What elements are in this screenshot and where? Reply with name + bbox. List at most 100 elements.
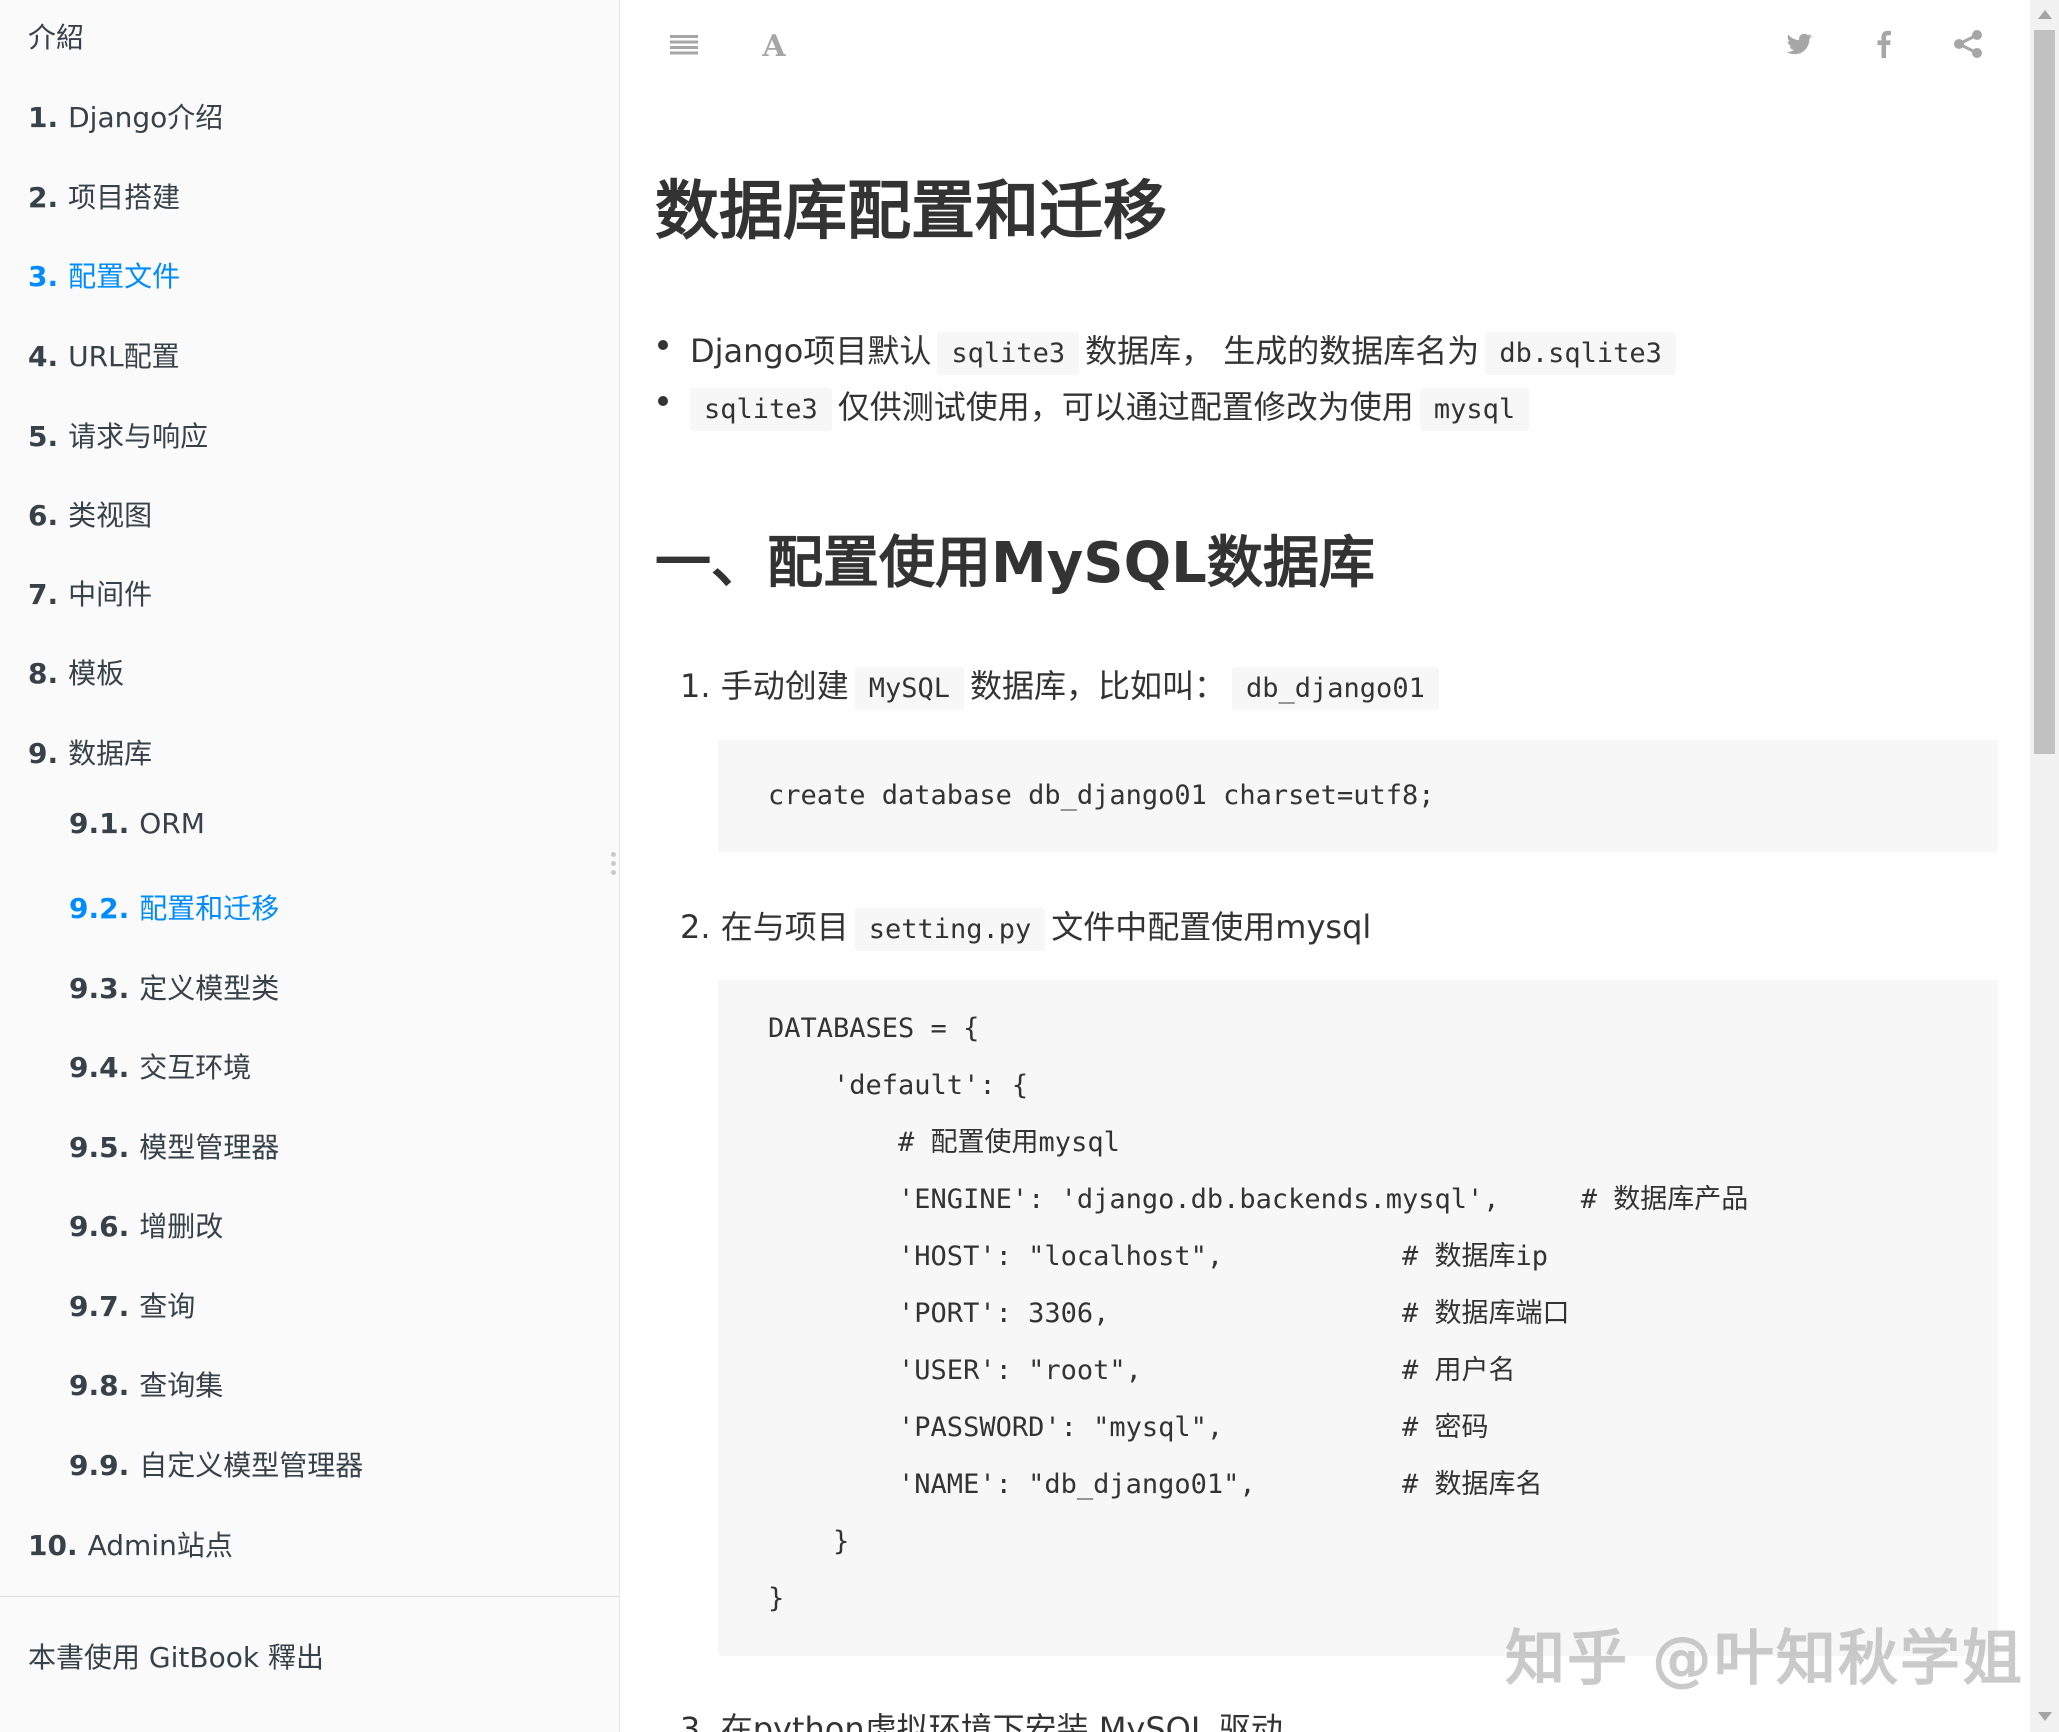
bullet-dot bbox=[658, 340, 668, 350]
inline-code: mysql bbox=[1419, 388, 1530, 431]
sidebar: 介紹 1. Django介绍 2. 项目搭建 3. 配置文件 4. URL配置 5. 请求… bbox=[0, 0, 620, 1732]
code-line: 'HOST': "localhost", # 数据库ip bbox=[768, 1241, 1548, 1272]
list-item-text: Django项目默认 bbox=[690, 332, 932, 370]
sidebar-item-number: 9.5. bbox=[69, 1131, 130, 1164]
sidebar-item-number: 3. bbox=[28, 260, 59, 293]
code-line: 'PASSWORD': "mysql", # 密码 bbox=[768, 1412, 1489, 1443]
list-item-text: 仅供测试使用，可以通过配置修改为使用 bbox=[837, 388, 1414, 426]
sidebar-item-number: 1. bbox=[28, 101, 59, 134]
sidebar-item-database[interactable]: 9. 数据库 bbox=[28, 732, 152, 772]
sidebar-item-number: 9.6. bbox=[69, 1210, 130, 1243]
scroll-down-arrow-icon[interactable] bbox=[2038, 1712, 2052, 1721]
code-block: DATABASES = { 'default': { # 配置使用mysql '… bbox=[718, 980, 1998, 1656]
code-line: 'default': { bbox=[768, 1070, 1029, 1101]
scroll-up-arrow-icon[interactable] bbox=[2038, 10, 2052, 19]
sidebar-item-define-models[interactable]: 9.3. 定义模型类 bbox=[69, 967, 279, 1007]
sidebar-item-custom-manager[interactable]: 9.9. 自定义模型管理器 bbox=[69, 1444, 363, 1484]
inline-code: sqlite3 bbox=[937, 332, 1080, 375]
sidebar-item-number: 8. bbox=[28, 657, 59, 690]
sidebar-item-label: 增删改 bbox=[139, 1210, 224, 1243]
sidebar-item-interactive-env[interactable]: 9.4. 交互环境 bbox=[69, 1046, 251, 1086]
sidebar-item-label: 中间件 bbox=[68, 578, 153, 611]
list-item-text: 手动创建 bbox=[720, 667, 849, 705]
list-item: Django项目默认 sqlite3 数据库， 生成的数据库名为 db.sqlite3 bbox=[658, 326, 1682, 375]
inline-code: setting.py bbox=[854, 908, 1046, 951]
ordered-list-item: 2. 在与项目 setting.py 文件中配置使用mysql bbox=[680, 902, 1372, 951]
sidebar-item-label: 请求与响应 bbox=[68, 420, 209, 453]
sidebar-item-number: 6. bbox=[28, 499, 59, 532]
sidebar-item-label: Django介绍 bbox=[68, 101, 224, 134]
list-number: 2. bbox=[680, 908, 711, 946]
inline-code: db.sqlite3 bbox=[1485, 332, 1676, 375]
code-line: 'NAME': "db_django01", # 数据库名 bbox=[768, 1469, 1543, 1500]
sidebar-item-intro[interactable]: 介紹 bbox=[28, 16, 84, 56]
sidebar-divider bbox=[0, 1596, 620, 1597]
sidebar-item-label: 定义模型类 bbox=[139, 972, 280, 1005]
page-content: 数据库配置和迁移 Django项目默认 sqlite3 数据库， 生成的数据库名为 d… bbox=[620, 0, 2030, 1732]
sidebar-item-url-config[interactable]: 4. URL配置 bbox=[28, 335, 180, 375]
sidebar-resize-handle[interactable] bbox=[608, 852, 618, 878]
sidebar-item-label: 查询 bbox=[139, 1290, 196, 1323]
sidebar-item-number: 9.2. bbox=[69, 892, 130, 925]
sidebar-item-crud[interactable]: 9.6. 增删改 bbox=[69, 1205, 223, 1245]
code-line: # 配置使用mysql bbox=[768, 1127, 1120, 1158]
sidebar-item-templates[interactable]: 8. 模板 bbox=[28, 652, 124, 692]
sidebar-item-project-setup[interactable]: 2. 项目搭建 bbox=[28, 176, 180, 216]
sidebar-item-number: 9.1. bbox=[69, 807, 130, 840]
list-item-text: 数据库，比如叫： bbox=[970, 667, 1227, 705]
sidebar-item-config-file[interactable]: 3. 配置文件 bbox=[28, 255, 180, 295]
vertical-scrollbar[interactable] bbox=[2030, 0, 2059, 1732]
list-item-text: 在与项目 bbox=[720, 908, 849, 946]
section-heading: 一、配置使用MySQL数据库 bbox=[655, 531, 1375, 596]
code-line: 'USER': "root", # 用户名 bbox=[768, 1355, 1516, 1386]
sidebar-item-label: 配置和迁移 bbox=[139, 892, 280, 925]
sidebar-item-label: 查询集 bbox=[139, 1369, 224, 1402]
sidebar-item-model-manager[interactable]: 9.5. 模型管理器 bbox=[69, 1126, 279, 1166]
sidebar-item-number: 9.4. bbox=[69, 1051, 130, 1084]
sidebar-item-number: 5. bbox=[28, 420, 59, 453]
code-line: 'ENGINE': 'django.db.backends.mysql', # … bbox=[768, 1184, 1749, 1215]
sidebar-item-number: 9.9. bbox=[69, 1449, 130, 1482]
list-number: 3. bbox=[680, 1710, 711, 1732]
sidebar-item-number: 10. bbox=[28, 1529, 78, 1562]
list-number: 1. bbox=[680, 667, 711, 705]
sidebar-item-label: ORM bbox=[139, 807, 205, 840]
page-title: 数据库配置和迁移 bbox=[655, 175, 1167, 249]
sidebar-item-label: 配置文件 bbox=[68, 260, 181, 293]
sidebar-item-class-views[interactable]: 6. 类视图 bbox=[28, 494, 152, 534]
sidebar-item-label: 自定义模型管理器 bbox=[139, 1449, 364, 1482]
sidebar-item-orm[interactable]: 9.1. ORM bbox=[69, 807, 205, 840]
sidebar-item-admin-site[interactable]: 10. Admin站点 bbox=[28, 1524, 233, 1564]
inline-code: sqlite3 bbox=[690, 388, 832, 431]
sidebar-item-label: 交互环境 bbox=[139, 1051, 252, 1084]
inline-code: db_django01 bbox=[1232, 667, 1439, 710]
list-item-text: 数据库， 生成的数据库名为 bbox=[1085, 332, 1480, 370]
code-line: 'PORT': 3306, # 数据库端口 bbox=[768, 1298, 1570, 1329]
sidebar-item-label: 模型管理器 bbox=[139, 1131, 280, 1164]
sidebar-item-label: Admin站点 bbox=[87, 1529, 233, 1562]
sidebar-item-number: 9.8. bbox=[69, 1369, 130, 1402]
code-line: DATABASES = { bbox=[768, 1013, 980, 1044]
zhihu-watermark: 知乎 @叶知秋学姐 bbox=[1505, 1624, 2024, 1694]
code-line: } bbox=[768, 1583, 785, 1614]
sidebar-item-middleware[interactable]: 7. 中间件 bbox=[28, 573, 152, 613]
inline-code: MySQL bbox=[854, 667, 964, 710]
sidebar-item-query[interactable]: 9.7. 查询 bbox=[69, 1285, 195, 1325]
scrollbar-thumb[interactable] bbox=[2034, 30, 2055, 754]
sidebar-item-django-intro[interactable]: 1. Django介绍 bbox=[28, 96, 223, 136]
sidebar-item-config-migration[interactable]: 9.2. 配置和迁移 bbox=[69, 887, 279, 927]
gitbook-footer-link[interactable]: 本書使用 GitBook 釋出 bbox=[28, 1636, 324, 1676]
sidebar-item-number: 2. bbox=[28, 181, 59, 214]
list-item-text: 在python虚拟环境下安装 MySQL 驱动 bbox=[720, 1710, 1283, 1732]
code-block: create database db_django01 charset=utf8… bbox=[718, 740, 1998, 852]
sidebar-item-queryset[interactable]: 9.8. 查询集 bbox=[69, 1364, 223, 1404]
ordered-list-item: 1. 手动创建 MySQL 数据库，比如叫： db_django01 bbox=[680, 661, 1445, 710]
sidebar-item-number: 9. bbox=[28, 737, 59, 770]
sidebar-item-number: 9.3. bbox=[69, 972, 130, 1005]
code-line: } bbox=[768, 1526, 850, 1557]
sidebar-item-label: 项目搭建 bbox=[68, 181, 181, 214]
list-item-text: 文件中配置使用mysql bbox=[1051, 908, 1372, 946]
sidebar-item-label: 模板 bbox=[68, 657, 125, 690]
sidebar-item-request-response[interactable]: 5. 请求与响应 bbox=[28, 415, 208, 455]
sidebar-item-label: 类视图 bbox=[68, 499, 153, 532]
